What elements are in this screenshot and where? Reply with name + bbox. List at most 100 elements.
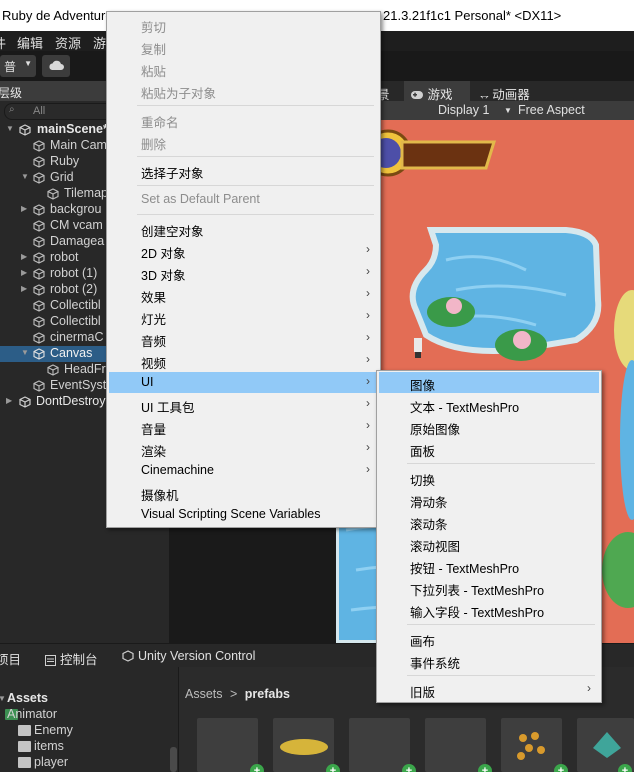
menu-item-panel[interactable]: 面板 — [379, 438, 599, 459]
asset-thumbnail[interactable]: + — [349, 718, 416, 772]
hierarchy-row-label: cinermaC — [50, 330, 104, 344]
menu-assets[interactable]: 资源 — [55, 33, 81, 52]
cloud-button[interactable] — [42, 55, 70, 77]
menu-item-scrollbar[interactable]: 滚动条 — [379, 511, 599, 532]
menu-item-label: 滚动视图 — [410, 540, 461, 554]
menu-separator — [137, 185, 374, 186]
menu-file[interactable]: 件 — [0, 33, 6, 52]
menu-item-paste-as-child[interactable]: 粘贴为子对象 — [109, 80, 378, 101]
menu-item-3d-object[interactable]: 3D 对象 › — [109, 262, 378, 283]
menu-item-cinemachine[interactable]: Cinemachine › — [109, 460, 378, 481]
prefab-add-icon: + — [250, 764, 264, 772]
gameobject-icon — [33, 236, 45, 248]
tree-item-label: items — [34, 739, 64, 753]
gameobject-icon — [33, 172, 45, 184]
menu-item-label: 原始图像 — [410, 423, 461, 437]
menu-item-light[interactable]: 灯光 › — [109, 306, 378, 327]
menu-item-create-empty[interactable]: 创建空对象 — [109, 218, 378, 239]
hierarchy-row-label: Damagea — [50, 234, 105, 248]
menu-item-select-children[interactable]: 选择子对象 — [109, 160, 378, 181]
caret-right-icon: ▶ — [21, 284, 28, 293]
menu-item-delete[interactable]: 删除 — [109, 131, 378, 152]
submenu-arrow-icon: › — [366, 352, 370, 366]
submenu-arrow-icon: › — [366, 264, 370, 278]
submenu-arrow-icon: › — [366, 242, 370, 256]
asset-thumbnail[interactable]: + — [425, 718, 492, 772]
menu-item-paste[interactable]: 粘贴 — [109, 58, 378, 79]
submenu-arrow-icon: › — [366, 330, 370, 344]
menu-item-label: 滚动条 — [410, 518, 448, 532]
menu-item-ui-toolkit[interactable]: UI 工具包 › — [109, 394, 378, 415]
tab-console[interactable]: 控制台 — [45, 649, 98, 669]
gameobject-icon — [33, 252, 45, 264]
breadcrumb-root[interactable]: Assets — [185, 687, 223, 701]
account-dropdown[interactable]: 普 ▼ — [0, 55, 36, 77]
menu-item-toggle[interactable]: 切换 — [379, 467, 599, 488]
submenu-arrow-icon: › — [366, 440, 370, 454]
caret-down-icon: ▼ — [6, 124, 14, 133]
tab-game[interactable]: 游戏 — [404, 81, 470, 102]
menu-item-effects[interactable]: 效果 › — [109, 284, 378, 305]
submenu-arrow-icon: › — [587, 681, 591, 695]
submenu-arrow-icon: › — [366, 374, 370, 388]
menu-item-label: 粘贴为子对象 — [141, 87, 217, 101]
tab-animator-label: 动画器 — [492, 88, 530, 102]
menu-item-rename[interactable]: 重命名 — [109, 109, 378, 130]
menu-item-text-tmp[interactable]: 文本 - TextMeshPro — [379, 394, 599, 415]
menu-item-legacy[interactable]: 旧版 › — [379, 679, 599, 700]
asset-thumbnail[interactable]: + — [577, 718, 634, 772]
menu-item-input-field-tmp[interactable]: 输入字段 - TextMeshPro — [379, 599, 599, 620]
asset-thumbnail[interactable]: + — [501, 718, 568, 772]
caret-down-icon: ▼ — [21, 348, 29, 357]
menu-item-rendering[interactable]: 渲染 › — [109, 438, 378, 459]
menu-item-2d-object[interactable]: 2D 对象 › — [109, 240, 378, 261]
menu-item-copy[interactable]: 复制 — [109, 36, 378, 57]
menu-item-raw-image[interactable]: 原始图像 — [379, 416, 599, 437]
menu-item-cut[interactable]: 剪切 — [109, 14, 378, 35]
menu-item-audio[interactable]: 音频 › — [109, 328, 378, 349]
menu-edit[interactable]: 编辑 — [17, 33, 43, 52]
menu-item-label: 渲染 — [141, 445, 167, 459]
menu-item-canvas[interactable]: 画布 — [379, 628, 599, 649]
menu-item-image[interactable]: 图像 — [379, 372, 599, 393]
menu-item-label: 复制 — [141, 43, 167, 57]
menu-item-set-default-parent[interactable]: Set as Default Parent — [109, 189, 378, 210]
menu-gameobject[interactable]: 游 — [93, 33, 106, 52]
menu-item-label: 图像 — [410, 379, 436, 393]
breadcrumb-current[interactable]: prefabs — [245, 687, 290, 701]
caret-right-icon: ▶ — [21, 204, 28, 213]
hierarchy-row-label: Collectibl — [50, 314, 101, 328]
gameobject-icon — [33, 332, 45, 344]
submenu-arrow-icon: › — [366, 286, 370, 300]
tab-console-label: 控制台 — [60, 653, 98, 667]
menu-item-visual-scripting-variables[interactable]: Visual Scripting Scene Variables — [109, 504, 378, 525]
asset-thumbnail[interactable]: + — [197, 718, 264, 772]
menu-item-camera[interactable]: 摄像机 — [109, 482, 378, 503]
menu-item-label: Cinemachine — [141, 463, 214, 477]
menu-separator — [407, 624, 595, 625]
menu-item-dropdown-tmp[interactable]: 下拉列表 - TextMeshPro — [379, 577, 599, 598]
menu-item-ui[interactable]: UI › — [109, 372, 378, 393]
menu-item-event-system[interactable]: 事件系统 — [379, 650, 599, 671]
menu-item-slider[interactable]: 滑动条 — [379, 489, 599, 510]
menu-item-label: 面板 — [410, 445, 436, 459]
tree-item-label: Assets — [7, 691, 48, 705]
chevron-down-icon: ▼ — [504, 106, 512, 115]
asset-thumbnail[interactable]: + — [273, 718, 340, 772]
tab-game-label: 游戏 — [427, 88, 453, 102]
hierarchy-row-label: Ruby — [50, 154, 80, 168]
menu-separator — [407, 675, 595, 676]
gameobject-icon — [33, 268, 45, 280]
tab-animator[interactable]: ⥐ 动画器 — [476, 81, 556, 102]
hierarchy-row-label: backgrou — [50, 202, 102, 216]
menu-item-scroll-view[interactable]: 滚动视图 — [379, 533, 599, 554]
menu-item-video[interactable]: 视频 › — [109, 350, 378, 371]
scrollbar[interactable] — [170, 747, 177, 772]
tab-version-control[interactable]: Unity Version Control — [122, 649, 255, 665]
tab-project[interactable]: 项目 — [0, 649, 21, 668]
aspect-dropdown[interactable]: Free Aspect — [518, 103, 585, 117]
display-dropdown[interactable]: Display 1 — [438, 103, 489, 117]
menu-item-volume[interactable]: 音量 › — [109, 416, 378, 437]
menu-item-button-tmp[interactable]: 按钮 - TextMeshPro — [379, 555, 599, 576]
menu-item-label: 创建空对象 — [141, 225, 204, 239]
